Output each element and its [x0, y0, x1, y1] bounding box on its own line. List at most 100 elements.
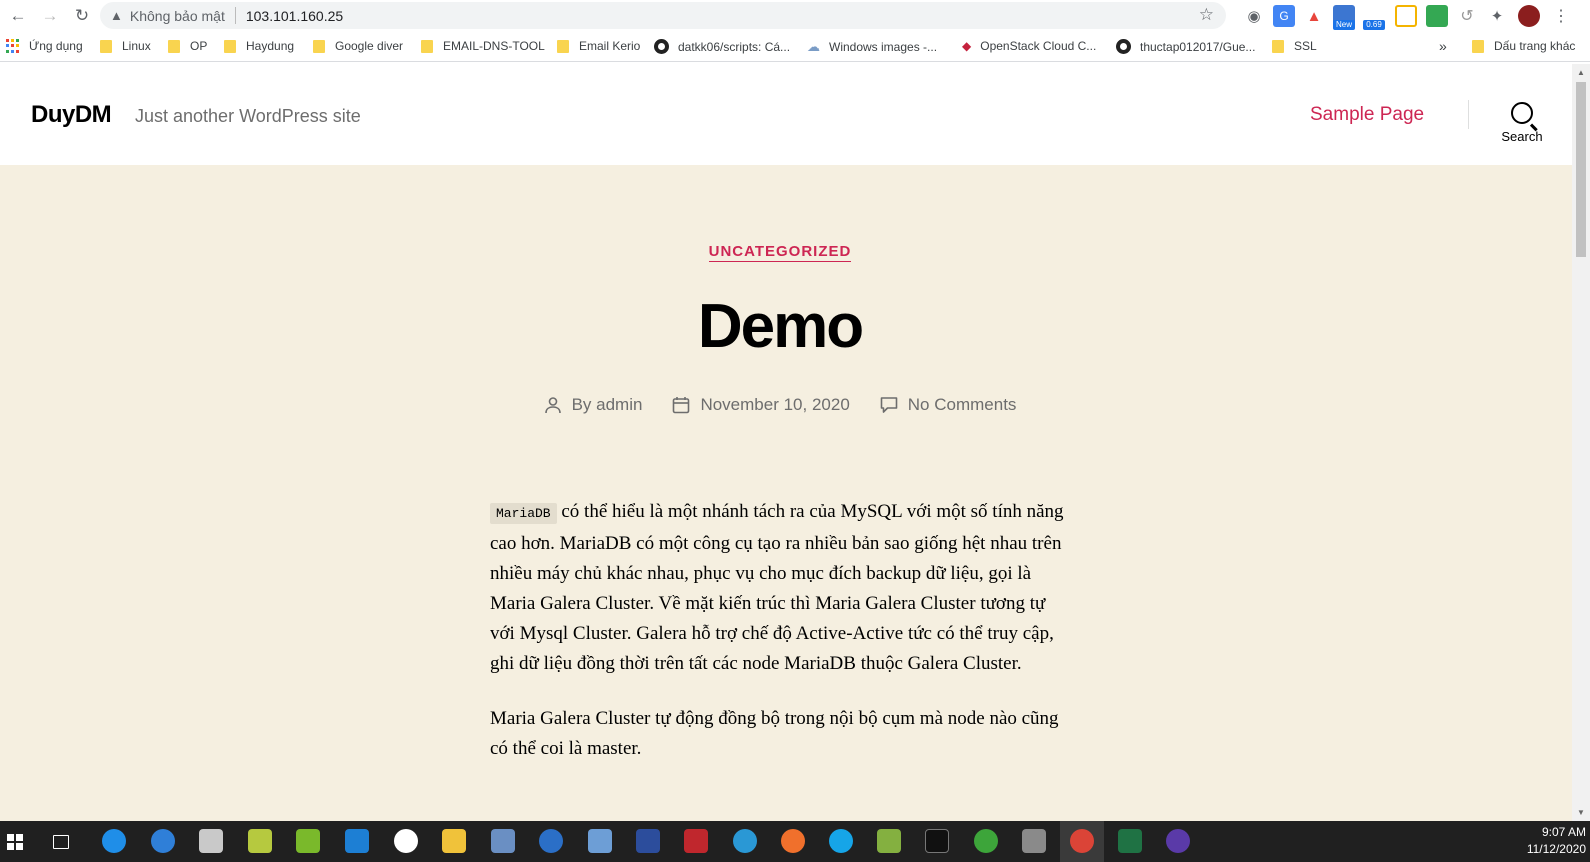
notes-extension-icon[interactable] [1395, 5, 1417, 27]
server-icon[interactable] [636, 829, 660, 853]
nav-sample-page[interactable]: Sample Page [1310, 104, 1424, 126]
paragraph-text: có thể hiểu là một nhánh tách ra của MyS… [490, 501, 1064, 674]
chrome-icon[interactable] [1070, 829, 1094, 853]
calendar-icon [673, 397, 690, 414]
green-extension-icon[interactable] [1426, 5, 1448, 27]
bookmark-ssl[interactable]: SSL [1272, 39, 1317, 53]
refresh-extension-icon[interactable]: ↺ [1456, 5, 1478, 27]
divider [234, 7, 236, 24]
system-clock[interactable]: 9:07 AM 11/12/2020 [1527, 824, 1586, 858]
cloud-icon: ☁ [807, 39, 820, 54]
notepad-plus-icon[interactable] [248, 829, 272, 853]
file-explorer-icon[interactable] [442, 829, 466, 853]
folder-icon [557, 39, 569, 53]
search-toggle-button[interactable]: Search [1497, 102, 1547, 144]
new-extension-icon[interactable]: New [1333, 5, 1355, 30]
comment-icon [880, 397, 898, 413]
bookmark-label: OP [190, 39, 208, 53]
star-icon[interactable]: ☆ [1199, 5, 1214, 25]
post-body: MariaDB có thể hiểu là một nhánh tách ra… [490, 497, 1070, 789]
author-text: By admin [571, 395, 643, 414]
slack-icon[interactable] [394, 829, 418, 853]
internet-explorer-icon[interactable] [151, 829, 175, 853]
bookmark-haydung[interactable]: Haydung [224, 39, 294, 53]
browser-toolbar: ← → ↻ ▲ Không bảo mật 103.101.160.25 ☆ ◉… [0, 0, 1590, 32]
folder-icon [100, 39, 112, 53]
meter-extension-icon[interactable]: 0.69 [1363, 5, 1385, 30]
security-indicator[interactable]: Không bảo mật [130, 8, 225, 24]
folder-icon [1272, 39, 1284, 53]
terminal-icon[interactable] [925, 829, 949, 853]
bookmark-label: thuctap012017/Gue... [1140, 39, 1256, 54]
skype-icon[interactable] [829, 829, 853, 853]
site-description: Just another WordPress site [135, 106, 361, 126]
bookmark-google-diver[interactable]: Google diver [313, 39, 403, 53]
bookmark-label: Dấu trang khác [1494, 39, 1576, 53]
bookmark-op[interactable]: OP [168, 39, 207, 53]
notes-icon[interactable] [877, 829, 901, 853]
task-view-icon[interactable] [53, 835, 69, 849]
scrollbar-thumb[interactable] [1576, 82, 1586, 257]
bookmark-apps[interactable]: Ứng dụng [6, 39, 83, 53]
bookmark-label: Ứng dụng [29, 39, 83, 53]
puzzle-icon[interactable]: ✦ [1486, 5, 1508, 27]
page-scrollbar[interactable]: ▲ ▼ [1572, 64, 1590, 821]
calculator-icon[interactable] [491, 829, 515, 853]
vmware-icon[interactable] [296, 829, 320, 853]
bookmark-datkk06[interactable]: datkk06/scripts: Cá... [654, 39, 790, 54]
date-text: November 10, 2020 [700, 395, 850, 414]
telegram-icon[interactable] [733, 829, 757, 853]
bookmarks-overflow-button[interactable]: » [1439, 38, 1447, 54]
translate-icon[interactable]: G [1273, 5, 1295, 27]
remote-desktop-icon[interactable] [539, 829, 563, 853]
category-link[interactable]: UNCATEGORIZED [708, 243, 852, 262]
vcenter-icon[interactable] [345, 829, 369, 853]
back-icon[interactable]: ← [4, 2, 32, 30]
bookmark-label: OpenStack Cloud C... [980, 39, 1097, 53]
windows-start-icon[interactable] [7, 834, 23, 850]
scroll-down-icon[interactable]: ▼ [1577, 808, 1585, 817]
evernote-icon[interactable] [974, 829, 998, 853]
post-author[interactable]: By admin [544, 395, 643, 415]
bookmark-label: Email Kerio [579, 39, 641, 53]
bookmark-other[interactable]: Dấu trang khác [1472, 39, 1575, 53]
warning-icon[interactable]: ▲ [110, 8, 123, 23]
openstack-icon: ◆ [962, 39, 972, 53]
paragraph: MariaDB có thể hiểu là một nhánh tách ra… [490, 497, 1070, 679]
url-text[interactable]: 103.101.160.25 [246, 8, 343, 24]
app-icon[interactable] [199, 829, 223, 853]
menu-icon[interactable]: ⋮ [1550, 5, 1572, 27]
bookmark-windows-images[interactable]: ☁ Windows images -... [807, 39, 937, 55]
firefox-icon[interactable] [781, 829, 805, 853]
inline-code: MariaDB [490, 503, 557, 524]
post-content: UNCATEGORIZED Demo By admin November 10,… [0, 165, 1572, 821]
comments-text: No Comments [907, 395, 1017, 414]
network-icon[interactable]: ▲ [1303, 5, 1325, 27]
forward-icon[interactable]: → [36, 2, 64, 30]
bookmark-openstack[interactable]: ◆ OpenStack Cloud C... [962, 39, 1096, 53]
edge-icon[interactable] [102, 829, 126, 853]
snipping-tool-icon[interactable] [1022, 829, 1046, 853]
bookmark-email-kerio[interactable]: Email Kerio [557, 39, 640, 53]
scroll-up-icon[interactable]: ▲ [1577, 68, 1585, 77]
network-tool-icon[interactable] [588, 829, 612, 853]
post-comments[interactable]: No Comments [880, 395, 1017, 415]
post-title: Demo [697, 292, 864, 361]
bookmark-thuctap[interactable]: thuctap012017/Gue... [1116, 39, 1255, 54]
bookmark-linux[interactable]: Linux [100, 39, 151, 53]
excel-icon[interactable] [1118, 829, 1142, 853]
bookmark-label: Google diver [335, 39, 404, 53]
bookmarks-bar: Ứng dụng Linux OP Haydung Google diver E… [0, 32, 1590, 62]
bookmark-email-dns-tool[interactable]: EMAIL-DNS-TOOL [421, 39, 545, 53]
search-label: Search [1501, 129, 1543, 144]
app-purple-icon[interactable] [1166, 829, 1190, 853]
post-date[interactable]: November 10, 2020 [672, 395, 850, 415]
address-bar[interactable]: ▲ Không bảo mật 103.101.160.25 ☆ [100, 2, 1226, 29]
bookmark-label: SSL [1294, 39, 1317, 53]
filezilla-icon[interactable] [684, 829, 708, 853]
avatar[interactable] [1518, 5, 1540, 27]
camera-icon[interactable]: ◉ [1243, 5, 1265, 27]
site-title[interactable]: DuyDM [31, 101, 112, 129]
github-icon [1116, 39, 1131, 54]
reload-icon[interactable]: ↻ [68, 2, 96, 30]
